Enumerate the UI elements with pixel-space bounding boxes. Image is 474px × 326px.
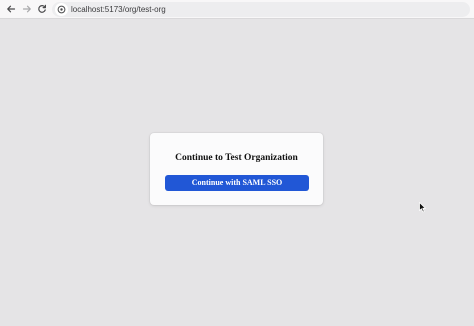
- reload-icon: [38, 4, 46, 13]
- site-info-icon: [57, 5, 66, 14]
- mouse-cursor-icon: [419, 202, 426, 213]
- forward-button[interactable]: [20, 2, 34, 16]
- address-bar[interactable]: localhost:5173/org/test-org: [52, 2, 470, 17]
- sso-card: Continue to Test Organization Continue w…: [150, 133, 323, 205]
- saml-sso-button[interactable]: Continue with SAML SSO: [165, 175, 309, 191]
- site-info-button[interactable]: [55, 3, 68, 16]
- reload-button[interactable]: [35, 2, 49, 16]
- url-text[interactable]: localhost:5173/org/test-org: [71, 3, 166, 16]
- browser-toolbar: localhost:5173/org/test-org: [0, 0, 474, 19]
- arrow-right-icon: [22, 5, 31, 13]
- card-title: Continue to Test Organization: [175, 153, 298, 163]
- arrow-left-icon: [7, 5, 16, 13]
- back-button[interactable]: [4, 2, 18, 16]
